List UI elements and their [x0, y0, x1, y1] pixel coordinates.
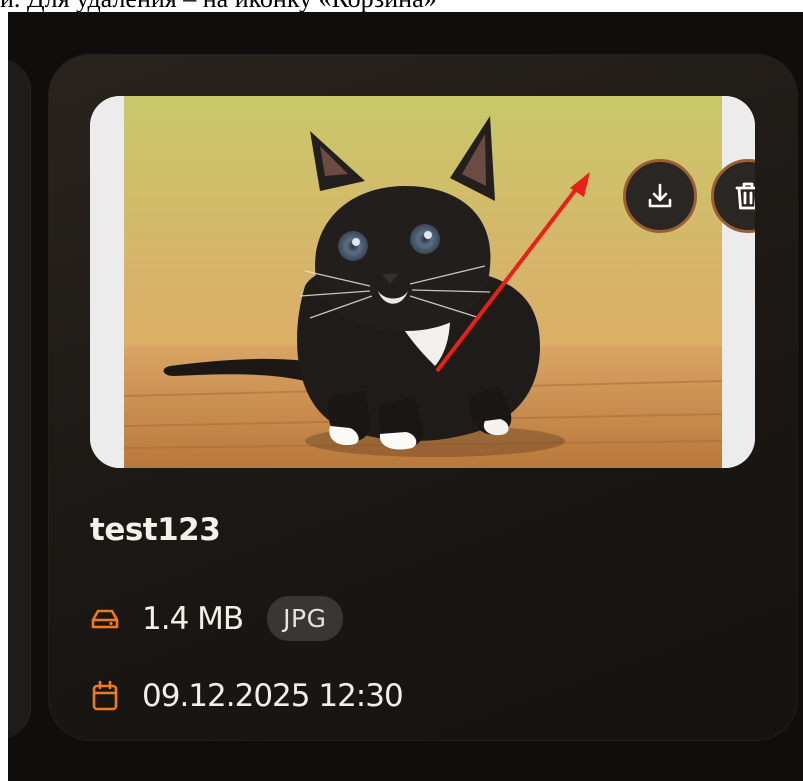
hard-drive-icon — [90, 604, 120, 634]
image-preview[interactable] — [90, 96, 755, 468]
calendar-icon — [90, 680, 120, 711]
download-icon — [648, 183, 672, 208]
annotation-arrow — [435, 172, 590, 373]
file-date-row: 09.12.2025 12:30 — [90, 678, 404, 714]
previous-file-card[interactable] — [8, 59, 31, 739]
file-size-row: 1.4 MB JPG — [90, 596, 343, 641]
caption-text: и. Для удаления – на иконку «Корзина» — [0, 0, 803, 12]
file-type-badge: JPG — [267, 596, 343, 641]
trash-icon — [735, 182, 755, 210]
file-card[interactable]: test123 1.4 MB JPG 09.12.2025 12:30 — [48, 54, 798, 741]
file-name: test123 — [90, 512, 221, 548]
file-size: 1.4 MB — [142, 600, 244, 637]
file-date: 09.12.2025 12:30 — [142, 678, 404, 714]
file-gallery-viewport: test123 1.4 MB JPG 09.12.2025 12:30 — [8, 12, 803, 781]
download-button[interactable] — [623, 159, 697, 233]
